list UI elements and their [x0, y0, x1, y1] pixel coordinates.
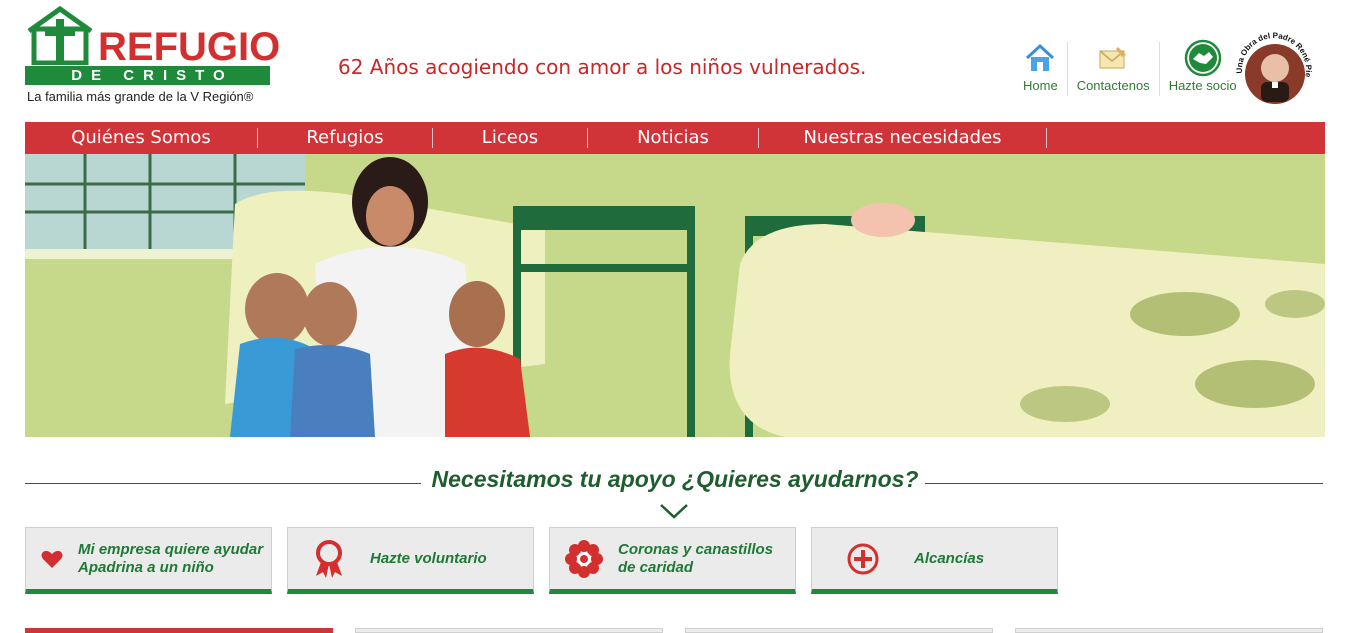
ribbon-icon [288, 539, 370, 578]
logo-band: DE CRISTO [25, 66, 270, 85]
nav-item-liceos[interactable]: Liceos [433, 128, 588, 148]
card-alcancias-label: Alcancías [914, 549, 985, 567]
home-link-label: Home [1023, 78, 1058, 93]
support-section-heading: Necesitamos tu apoyo ¿Quieres ayudarnos? [25, 466, 1325, 521]
top-links: Home Contactenos Hazte socio [1014, 39, 1246, 96]
bottom-tab[interactable] [1015, 628, 1323, 633]
bottom-tab[interactable] [355, 628, 663, 633]
heart-icon [26, 548, 78, 570]
main-nav: Quiénes Somos Refugios Liceos Noticias N… [25, 122, 1325, 154]
bottom-tab-active[interactable] [25, 628, 333, 633]
card-coronas-canastillos-label: Coronas y canastillos de caridad [618, 540, 774, 576]
card-hazte-voluntario[interactable]: Hazte voluntario [287, 527, 534, 594]
card-empresa-ayudar-label: Mi empresa quiere ayudar Apadrina a un n… [78, 540, 264, 576]
bottom-tab[interactable] [685, 628, 993, 633]
support-title: Necesitamos tu apoyo ¿Quieres ayudarnos? [431, 466, 919, 492]
divider-right [925, 483, 1323, 484]
tagline: 62 Años acogiendo con amor a los niños v… [338, 55, 867, 79]
contact-link[interactable]: Contactenos [1066, 42, 1159, 96]
card-empresa-ayudar[interactable]: Mi empresa quiere ayudar Apadrina a un n… [25, 527, 272, 594]
hero-photo [25, 154, 1325, 437]
plus-circle-icon [812, 542, 914, 576]
nav-item-noticias[interactable]: Noticias [588, 128, 759, 148]
hero-banner [25, 154, 1325, 437]
nav-item-nuestras-necesidades[interactable]: Nuestras necesidades [759, 128, 1047, 148]
nav-item-quienes-somos[interactable]: Quiénes Somos [25, 128, 258, 148]
logo-subtitle: La familia más grande de la V Región® [27, 89, 254, 104]
page: REFUGIO DE CRISTO La familia más grande … [0, 0, 1349, 633]
card-hazte-voluntario-label: Hazte voluntario [370, 549, 487, 567]
house-cross-logo-icon [27, 5, 93, 65]
card-alcancias[interactable]: Alcancías [811, 527, 1058, 594]
flower-icon [550, 539, 618, 578]
chevron-down-icon [660, 504, 688, 519]
house-icon [1025, 42, 1055, 74]
logo-brand: REFUGIO [98, 25, 281, 69]
site-logo[interactable]: REFUGIO DE CRISTO La familia más grande … [25, 5, 290, 110]
handshake-icon [1184, 39, 1222, 77]
envelope-icon [1098, 42, 1128, 74]
card-coronas-canastillos[interactable]: Coronas y canastillos de caridad [549, 527, 796, 594]
contact-link-label: Contactenos [1076, 78, 1150, 93]
padre-badge-icon: Una Obra del Padre René Pienovi [1231, 22, 1316, 107]
nav-item-refugios[interactable]: Refugios [258, 128, 433, 148]
home-link[interactable]: Home [1014, 42, 1067, 96]
join-link-label: Hazte socio [1168, 78, 1237, 93]
